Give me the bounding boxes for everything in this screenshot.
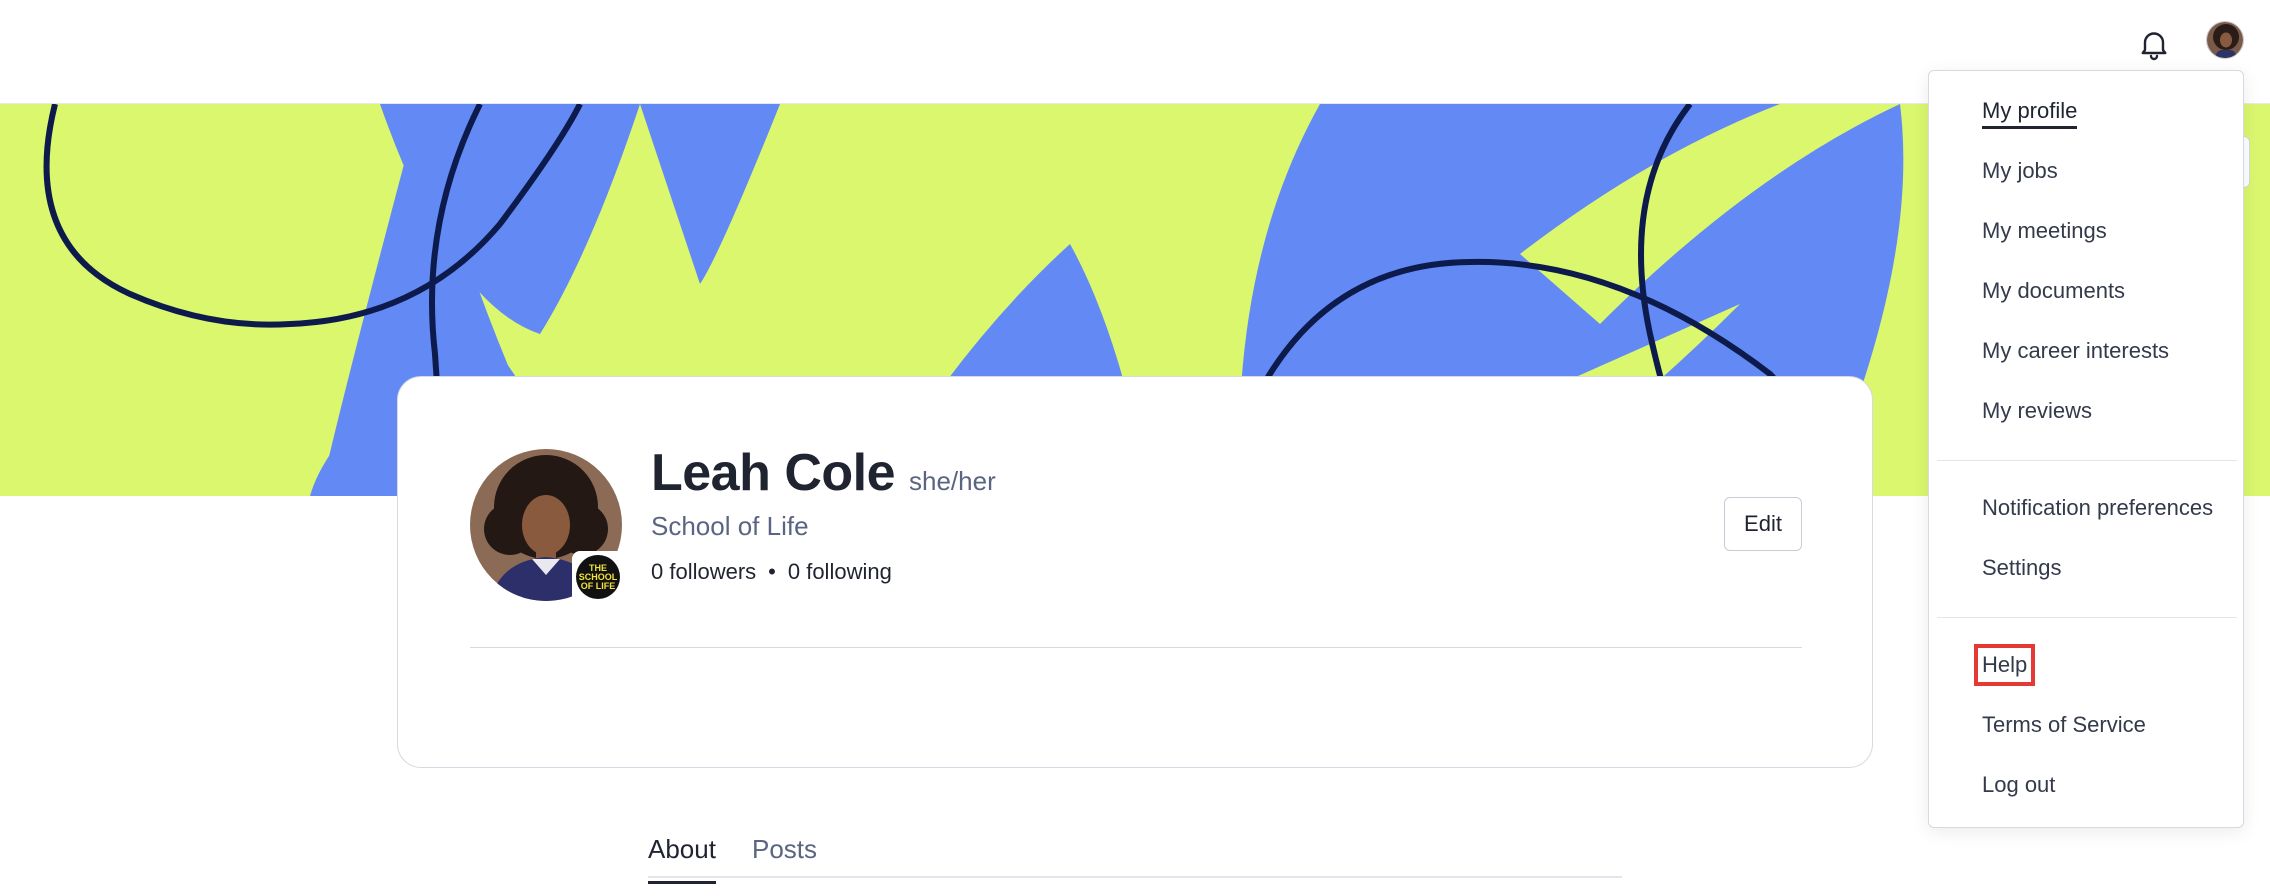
menu-item-notification-preferences[interactable]: Notification preferences — [1982, 495, 2213, 521]
menu-item-my-meetings[interactable]: My meetings — [1982, 218, 2107, 244]
menu-item-my-jobs[interactable]: My jobs — [1982, 158, 2058, 184]
followers-count[interactable]: 0 followers — [651, 559, 756, 585]
menu-item-my-career-interests[interactable]: My career interests — [1982, 338, 2169, 364]
menu-item-settings[interactable]: Settings — [1982, 555, 2062, 581]
organization-logo: THE SCHOOL OF LIFE — [572, 551, 624, 603]
edit-profile-button[interactable]: Edit — [1724, 497, 1802, 551]
user-avatar-button[interactable] — [2206, 21, 2244, 59]
profile-name: Leah Cole — [651, 444, 896, 502]
menu-edge — [2244, 136, 2250, 188]
tab-posts[interactable]: Posts — [752, 834, 817, 881]
menu-item-my-reviews[interactable]: My reviews — [1982, 398, 2092, 424]
user-dropdown-menu: My profile My jobs My meetings My docume… — [1928, 70, 2244, 828]
profile-avatar: THE SCHOOL OF LIFE — [470, 449, 624, 603]
profile-pronouns: she/her — [909, 466, 996, 496]
menu-item-log-out[interactable]: Log out — [1982, 772, 2055, 798]
organization-logo-text: THE SCHOOL OF LIFE — [576, 555, 620, 599]
following-count[interactable]: 0 following — [788, 559, 892, 585]
profile-tabs: About Posts — [648, 824, 1622, 884]
profile-organization[interactable]: School of Life — [651, 511, 809, 542]
menu-separator — [1937, 617, 2237, 618]
tab-about[interactable]: About — [648, 834, 716, 884]
bell-icon[interactable] — [2136, 26, 2172, 62]
follow-stats: 0 followers • 0 following — [651, 559, 892, 585]
avatar-image — [2207, 22, 2243, 58]
profile-card: THE SCHOOL OF LIFE Leah Cole she/her Sch… — [397, 376, 1873, 768]
menu-item-my-profile[interactable]: My profile — [1982, 98, 2078, 129]
menu-item-help[interactable]: Help — [1973, 644, 2036, 686]
name-row: Leah Cole she/her — [651, 443, 996, 503]
menu-item-my-documents[interactable]: My documents — [1982, 278, 2125, 304]
card-divider — [470, 647, 1802, 648]
follow-separator: • — [768, 559, 776, 584]
menu-separator — [1937, 460, 2237, 461]
menu-item-terms-of-service[interactable]: Terms of Service — [1982, 712, 2146, 738]
